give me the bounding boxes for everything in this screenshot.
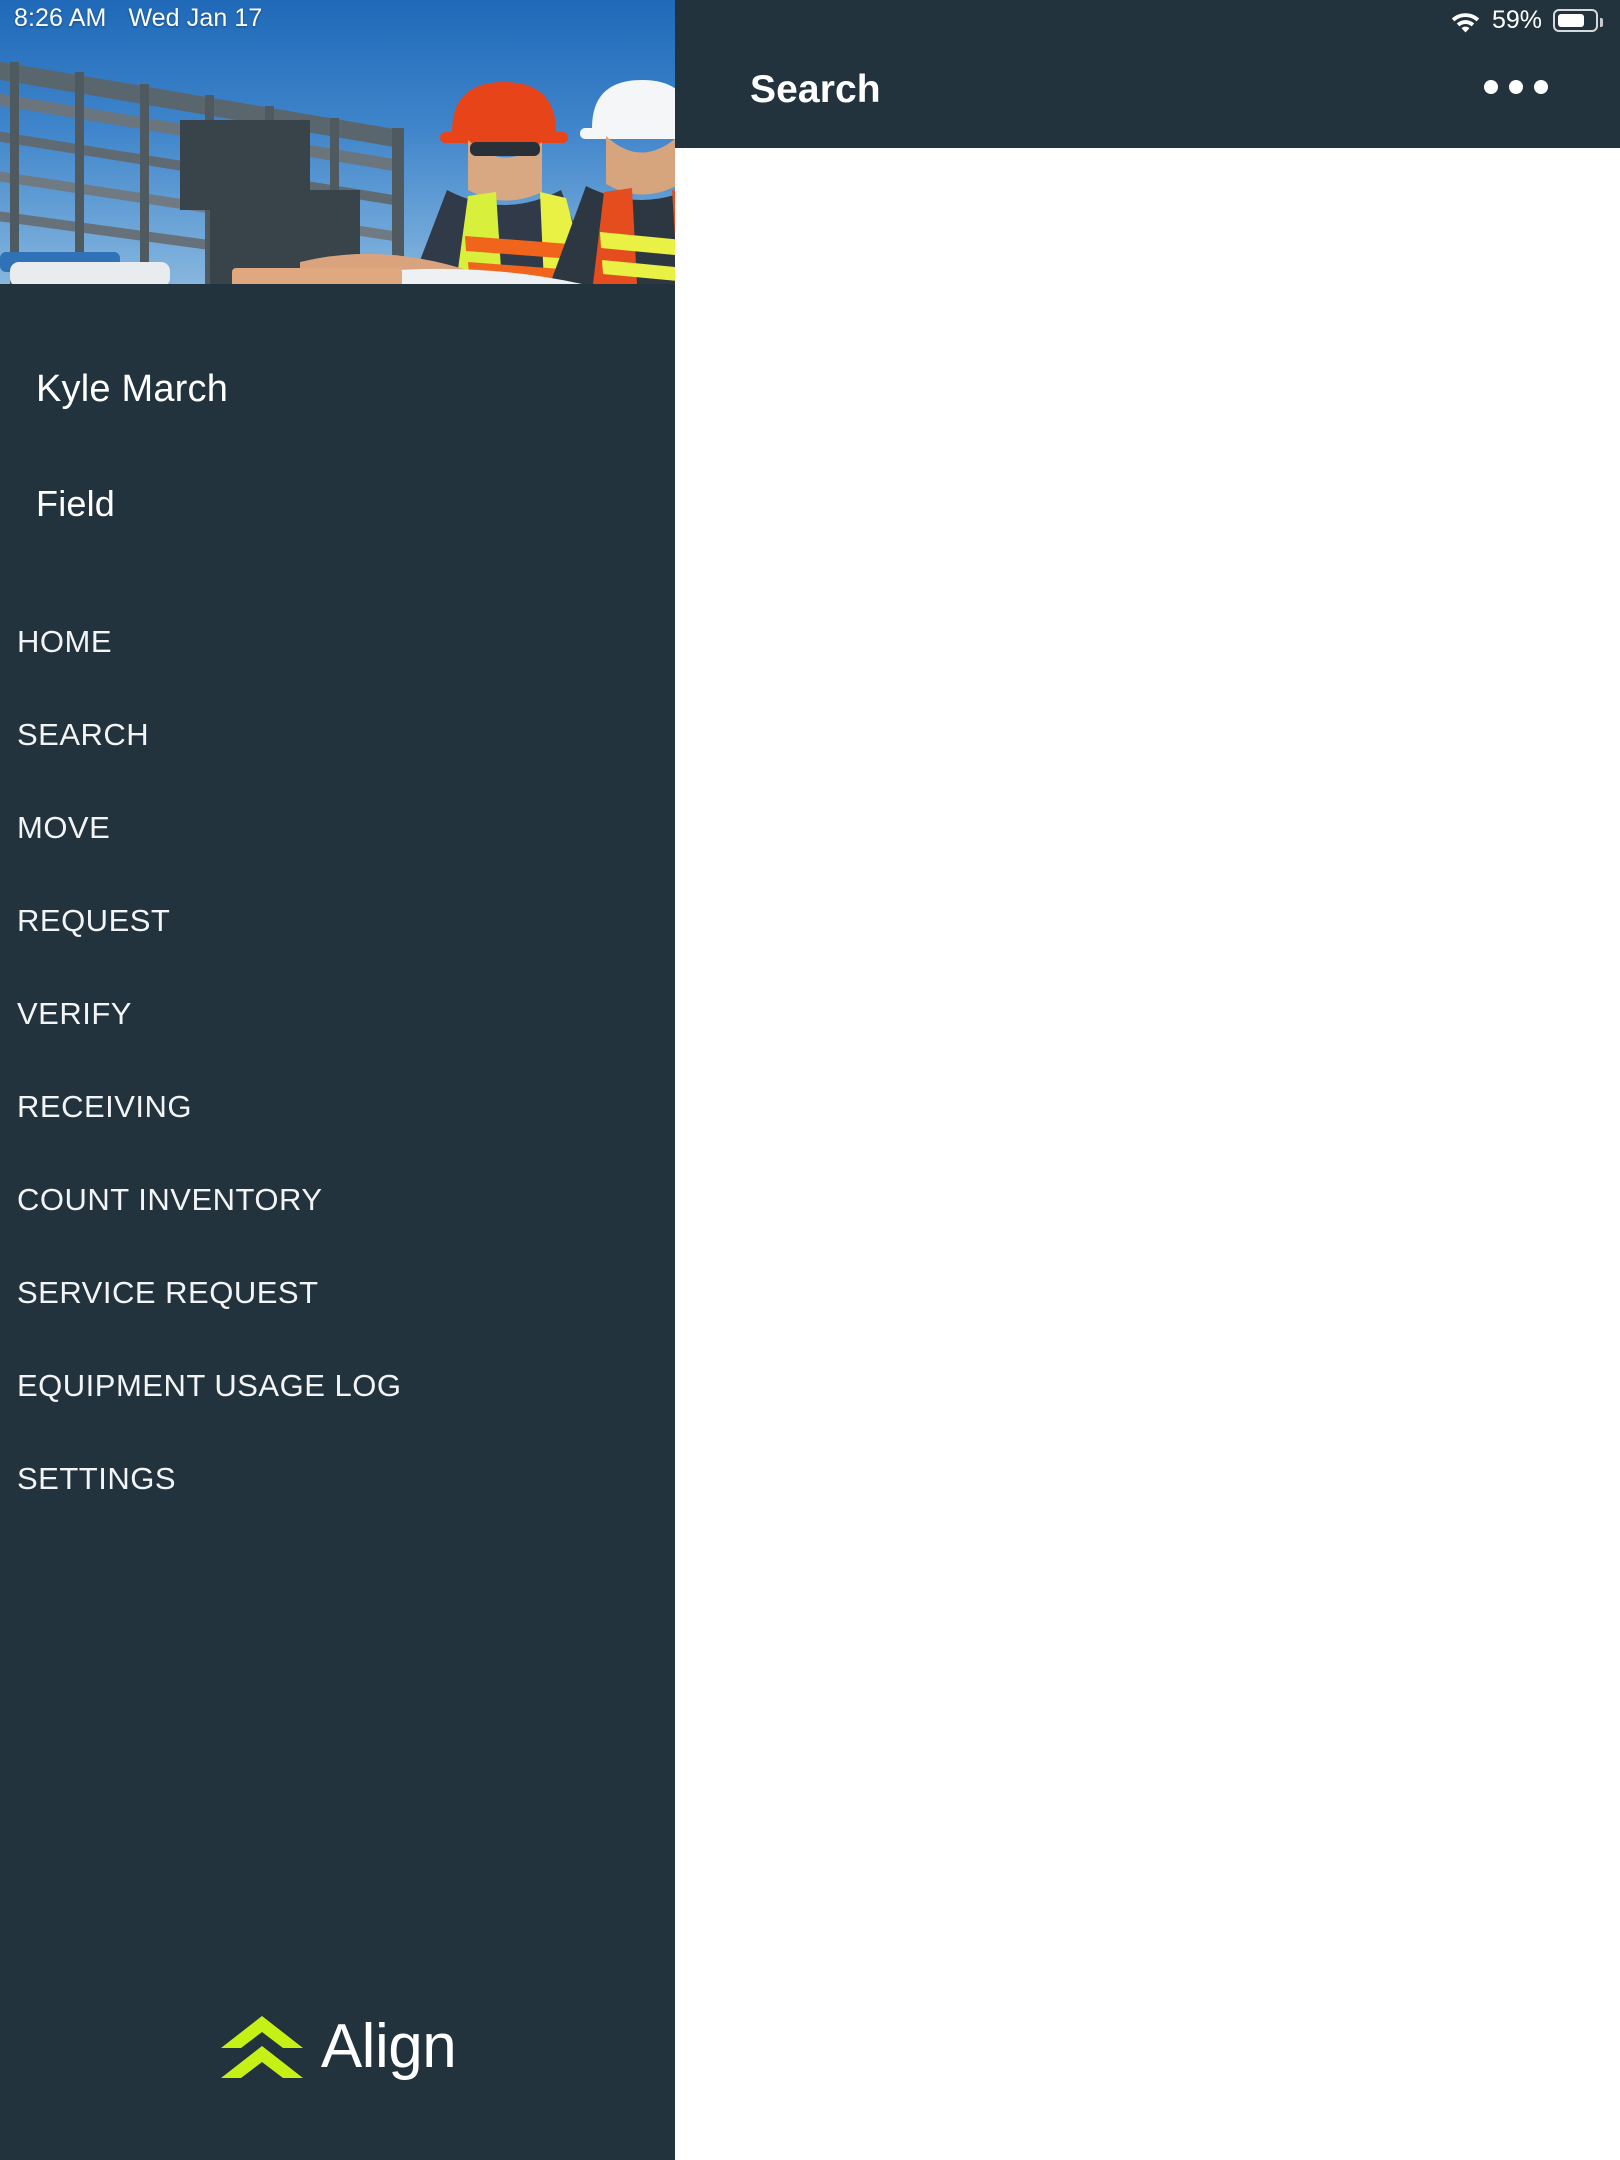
sidebar-item-receiving[interactable]: RECEIVING <box>0 1060 675 1153</box>
battery-level-fill <box>1558 14 1584 27</box>
user-role[interactable]: Field <box>0 483 675 525</box>
status-bar-time: 8:26 AM <box>14 4 107 32</box>
page-content-area <box>675 148 1620 2160</box>
hero-image: 8:26 AM Wed Jan 17 <box>0 0 675 284</box>
align-chevron-logo-icon <box>220 2016 303 2078</box>
ellipsis-dot <box>1484 80 1498 94</box>
sidebar-item-count-inventory[interactable]: COUNT INVENTORY <box>0 1153 675 1246</box>
sidebar-item-settings[interactable]: SETTINGS <box>0 1432 675 1525</box>
status-bar-right: 59% <box>1450 6 1603 35</box>
sidebar: 8:26 AM Wed Jan 17 Kyle March Field HOME… <box>0 0 675 2160</box>
sidebar-item-home[interactable]: HOME <box>0 595 675 688</box>
sidebar-item-search[interactable]: SEARCH <box>0 688 675 781</box>
battery-percent-label: 59% <box>1491 6 1542 34</box>
status-bar-date: Wed Jan 17 <box>128 4 263 32</box>
ellipsis-dot <box>1509 80 1523 94</box>
sidebar-item-request[interactable]: REQUEST <box>0 874 675 967</box>
sidebar-item-equipment-usage-log[interactable]: EQUIPMENT USAGE LOG <box>0 1339 675 1432</box>
align-logo: Align <box>0 2012 675 2082</box>
page-title: Search <box>750 68 881 111</box>
construction-workers-photo <box>0 0 675 284</box>
sidebar-item-move[interactable]: MOVE <box>0 781 675 874</box>
battery-icon <box>1553 9 1603 32</box>
sidebar-nav: HOME SEARCH MOVE REQUEST VERIFY RECEIVIN… <box>0 595 675 1525</box>
wifi-icon <box>1451 12 1480 32</box>
app-header: 59% Search <box>675 0 1620 148</box>
status-bar-left: 8:26 AM Wed Jan 17 <box>14 4 262 33</box>
app-root: 8:26 AM Wed Jan 17 Kyle March Field HOME… <box>0 0 1620 2160</box>
sidebar-item-verify[interactable]: VERIFY <box>0 967 675 1060</box>
content-pane: 59% Search <box>675 0 1620 2160</box>
ellipsis-icon[interactable] <box>1484 80 1548 94</box>
ellipsis-dot <box>1534 80 1548 94</box>
sidebar-item-service-request[interactable]: SERVICE REQUEST <box>0 1246 675 1339</box>
align-logo-text: Align <box>320 2012 457 2081</box>
user-name: Kyle March <box>36 368 229 410</box>
